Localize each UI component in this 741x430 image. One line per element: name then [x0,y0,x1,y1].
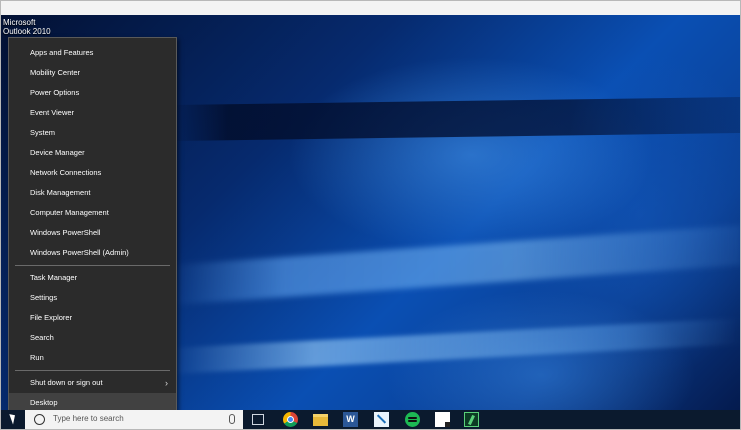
menu-item-run[interactable]: Run [9,348,176,368]
menu-item-event-viewer[interactable]: Event Viewer [9,103,176,123]
menu-item-network-connections[interactable]: Network Connections [9,163,176,183]
menu-item-windows-powershell-admin[interactable]: Windows PowerShell (Admin) [9,243,176,263]
menu-item-file-explorer[interactable]: File Explorer [9,308,176,328]
start-button[interactable] [1,410,25,429]
menu-item-windows-powershell[interactable]: Windows PowerShell [9,223,176,243]
menu-item-shut-down-or-sign-out[interactable]: Shut down or sign out › [9,373,176,393]
menu-separator [15,370,170,371]
sticky-notes-icon[interactable] [435,412,450,427]
chevron-right-icon: › [165,378,168,388]
spotify-icon[interactable] [405,412,420,427]
menu-item-mobility-center[interactable]: Mobility Center [9,63,176,83]
menu-item-power-options[interactable]: Power Options [9,83,176,103]
wallpaper-light-beam [171,318,740,374]
menu-item-task-manager[interactable]: Task Manager [9,268,176,288]
menu-item-computer-management[interactable]: Computer Management [9,203,176,223]
menu-item-search[interactable]: Search [9,328,176,348]
menu-item-disk-management[interactable]: Disk Management [9,183,176,203]
word-icon[interactable]: W [343,412,358,427]
menu-item-apps-and-features[interactable]: Apps and Features [9,43,176,63]
microphone-icon[interactable] [229,414,235,424]
desktop-icon-label: Microsoft [3,18,36,27]
cortana-circle-icon [34,414,45,425]
power-user-menu: Apps and Features Mobility Center Power … [8,37,177,414]
desktop-icon-outlook[interactable]: Microsoft Outlook 2010 [3,18,63,36]
menu-separator [15,265,170,266]
desktop-icon-label: Outlook 2010 [3,27,51,36]
wallpaper-light-beam [171,225,740,305]
screenshot-frame: Microsoft Outlook 2010 Apps and Features… [0,0,741,430]
menu-item-device-manager[interactable]: Device Manager [9,143,176,163]
chrome-icon[interactable] [283,412,298,427]
taskbar-search-box[interactable]: Type here to search [25,410,243,429]
task-view-icon[interactable] [252,414,264,425]
search-input[interactable]: Type here to search [53,414,124,423]
menu-item-settings[interactable]: Settings [9,288,176,308]
mouse-cursor-icon [9,412,18,425]
app-icon[interactable] [464,412,479,427]
wallpaper-light-beam [171,97,740,141]
background-window-strip [1,1,740,15]
file-explorer-icon[interactable] [313,414,328,426]
menu-item-system[interactable]: System [9,123,176,143]
snipping-tool-icon[interactable] [374,412,389,427]
